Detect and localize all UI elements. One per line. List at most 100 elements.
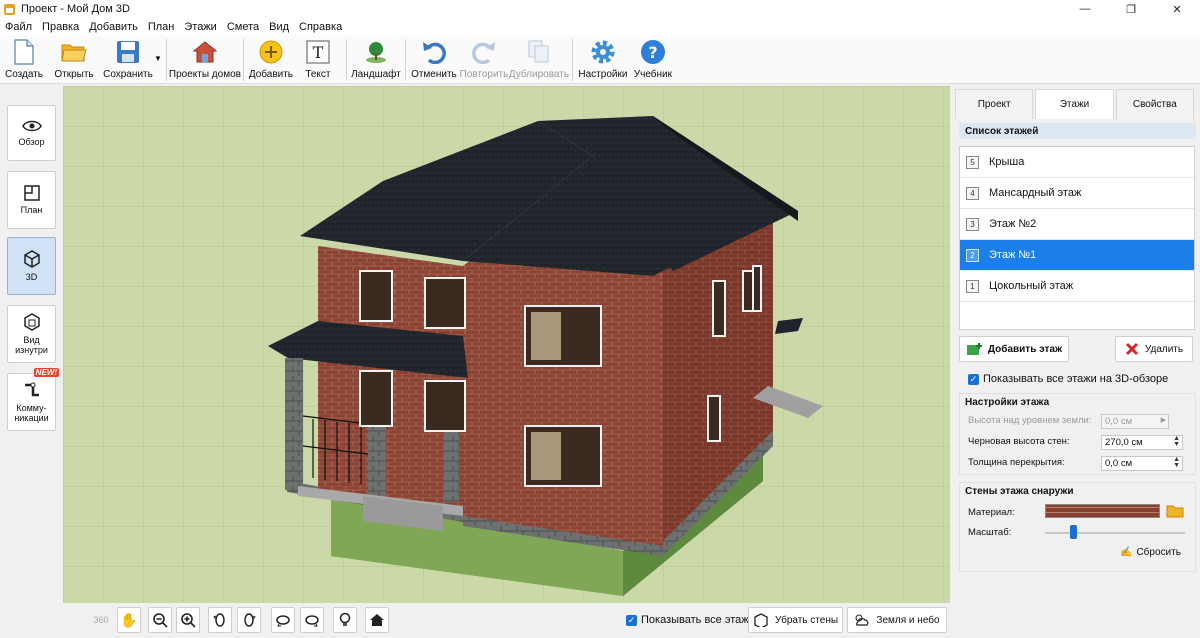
checkbox-checked-icon: ✓ (626, 614, 637, 626)
show-all-floors-checkbox[interactable]: ✓ Показывать все этажи (626, 614, 755, 626)
app-icon (4, 3, 15, 15)
add-floor-button[interactable]: Добавить этаж (959, 336, 1069, 362)
tilt-down-icon (305, 615, 319, 627)
zoom-out-button[interactable] (148, 607, 172, 633)
spinner-icon[interactable]: ▲ ▼ (1173, 435, 1180, 448)
lighting-button[interactable] (333, 607, 357, 633)
toolbar-separator (345, 39, 347, 81)
menu-file[interactable]: Файл (0, 21, 37, 33)
material-swatch[interactable] (1045, 504, 1160, 518)
tilt-up-icon (276, 615, 290, 627)
view-mode-panel: Обзор План 3D Вид изнутри NEW! Комму-ника… (0, 85, 62, 638)
outer-walls-section: Стены этажа снаружи Материал: Масштаб: ✍… (959, 482, 1196, 572)
menu-floors[interactable]: Этажи (179, 21, 221, 33)
menu-estimate[interactable]: Смета (222, 21, 264, 33)
text-icon: T (305, 39, 331, 65)
help-icon: ? (640, 39, 666, 65)
home-view-button[interactable] (365, 607, 389, 633)
zoom-in-button[interactable] (176, 607, 200, 633)
delete-floor-button[interactable]: Удалить (1115, 336, 1193, 362)
3d-viewport[interactable] (63, 86, 950, 603)
overview-button[interactable]: Обзор (7, 105, 56, 161)
save-dropdown-icon[interactable]: ▼ (154, 54, 162, 63)
height-above-ground-input: 0,0 см ▶ (1101, 414, 1169, 429)
slab-thickness-row: Толщина перекрытия: (968, 457, 1065, 468)
toolbar-separator (404, 39, 406, 81)
tilt-up-button[interactable] (271, 607, 295, 633)
menu-edit[interactable]: Правка (37, 21, 84, 33)
rotate-right-button[interactable] (237, 607, 261, 633)
create-button[interactable]: Создать (0, 36, 48, 84)
maximize-button[interactable]: ❐ (1108, 0, 1154, 18)
ground-sky-button[interactable]: Земля и небо (847, 607, 947, 633)
home-icon (370, 614, 384, 626)
toolbar-separator (165, 39, 167, 81)
floor-list-title: Список этажей (959, 123, 1196, 139)
broom-icon: ✍ (1120, 547, 1133, 558)
settings-button[interactable]: Настройки (577, 36, 629, 84)
open-button[interactable]: Открыть (48, 36, 100, 84)
remove-walls-button[interactable]: Убрать стены (748, 607, 843, 633)
menu-view[interactable]: Вид (264, 21, 294, 33)
menu-add[interactable]: Добавить (84, 21, 143, 33)
floor-item-roof[interactable]: 5 Крыша (960, 147, 1194, 178)
wall-height-input[interactable]: 270,0 см ▲ ▼ (1101, 435, 1183, 450)
menu-help[interactable]: Справка (294, 21, 347, 33)
wall-height-row: Черновая высота стен: (968, 436, 1070, 447)
floor-number-icon: 1 (966, 279, 979, 293)
reset-button[interactable]: ✍ Сбросить (1120, 547, 1181, 558)
delete-icon (1125, 342, 1138, 356)
add-button[interactable]: Добавить (248, 36, 294, 84)
svg-text:?: ? (648, 43, 657, 62)
height-above-ground-row: Высота над уровнем земли: (968, 415, 1092, 426)
new-file-icon (11, 39, 37, 65)
scale-slider-thumb[interactable] (1070, 525, 1077, 539)
floor-item-basement[interactable]: 1 Цокольный этаж (960, 271, 1194, 302)
spinner-icon[interactable]: ▲ ▼ (1173, 456, 1180, 469)
save-button[interactable]: Сохранить (100, 36, 156, 84)
landscape-button[interactable]: Ландшафт (351, 36, 401, 84)
floppy-icon (115, 39, 141, 65)
text-button[interactable]: T Текст (294, 36, 342, 84)
house-3d-render (63, 86, 950, 603)
slab-thickness-input[interactable]: 0,0 см ▲ ▼ (1101, 456, 1183, 471)
redo-button[interactable]: Повторить (458, 36, 510, 84)
light-bulb-icon (339, 612, 351, 626)
duplicate-button[interactable]: Дублировать (509, 36, 569, 84)
tilt-down-button[interactable] (300, 607, 324, 633)
pan-button[interactable]: ✋ (117, 607, 141, 633)
floor-number-icon: 4 (966, 186, 979, 200)
floor-item-attic[interactable]: 4 Мансардный этаж (960, 178, 1194, 209)
view-3d-button[interactable]: 3D (7, 237, 56, 295)
folder-icon (61, 39, 87, 65)
menu-bar: Файл Правка Добавить План Этажи Смета Ви… (0, 18, 1200, 36)
undo-button[interactable]: Отменить (410, 36, 458, 84)
pipes-icon (24, 382, 39, 397)
floor-plan-icon (23, 185, 40, 201)
menu-plan[interactable]: План (143, 21, 180, 33)
close-button[interactable]: ✕ (1154, 0, 1200, 18)
svg-text:T: T (313, 43, 324, 62)
tutorial-button[interactable]: ? Учебник (629, 36, 677, 84)
minimize-button[interactable]: — (1062, 0, 1108, 18)
plan-button[interactable]: План (7, 171, 56, 229)
tab-properties[interactable]: Свойства (1115, 89, 1194, 119)
folder-icon[interactable] (1166, 504, 1184, 518)
floor-item-floor-1[interactable]: 2 Этаж №1 (960, 240, 1194, 271)
tab-floors[interactable]: Этажи (1035, 89, 1114, 119)
toolbar-separator (242, 39, 244, 81)
house-projects-button[interactable]: Проекты домов (169, 36, 241, 84)
show-all-floors-3d-checkbox[interactable]: ✓ Показывать все этажи на 3D-обзоре (968, 373, 1168, 385)
scale-slider-track[interactable] (1045, 532, 1185, 534)
copy-icon (526, 39, 552, 65)
material-row: Материал: (968, 507, 1015, 518)
rotate-360-button[interactable]: 360 (89, 607, 113, 633)
play-arrow-icon: ▶ (1160, 417, 1166, 424)
inside-view-button[interactable]: Вид изнутри (7, 305, 56, 363)
rotate-left-button[interactable] (208, 607, 232, 633)
floor-item-floor-2[interactable]: 3 Этаж №2 (960, 209, 1194, 240)
checkbox-checked-icon: ✓ (968, 373, 979, 385)
communications-button[interactable]: NEW! Комму-никации (7, 368, 59, 431)
tab-project[interactable]: Проект (955, 89, 1034, 119)
rotate-right-icon (244, 613, 256, 627)
